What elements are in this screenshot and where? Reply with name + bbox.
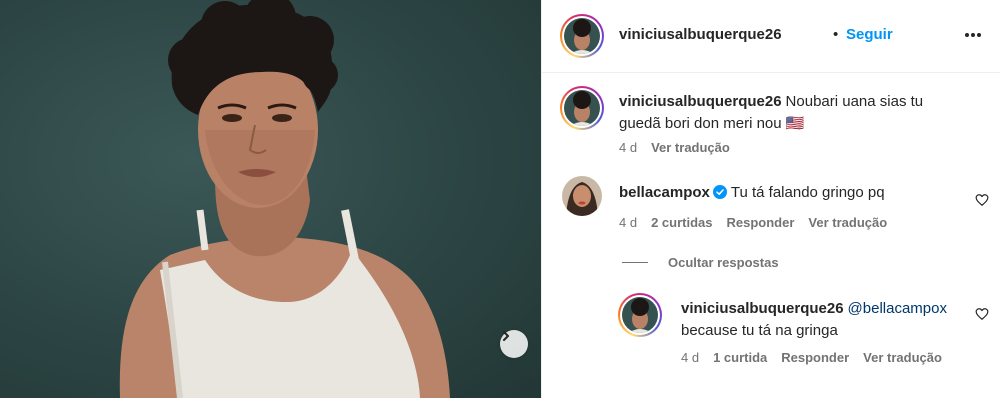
caption-text: viniciusalbuquerque26 Noubari uana sias t… xyxy=(619,91,939,135)
comment-time[interactable]: 4 d xyxy=(619,215,637,230)
author-username[interactable]: viniciusalbuquerque26 xyxy=(619,26,782,43)
carousel-next-button[interactable] xyxy=(500,330,528,358)
reply-likes-link[interactable]: 1 curtida xyxy=(713,350,767,365)
portrait-illustration xyxy=(119,0,450,398)
reply-reply-button[interactable]: Responder xyxy=(781,350,849,365)
avatar-image xyxy=(562,176,602,216)
divider-line xyxy=(622,262,648,263)
avatar-image xyxy=(564,18,600,54)
comment-username[interactable]: bellacampox xyxy=(619,184,710,201)
reply-translate-link[interactable]: Ver tradução xyxy=(863,350,942,365)
comment-text: bellacampox Tu tá falando gringo pq xyxy=(619,182,959,204)
reply-username[interactable]: viniciusalbuquerque26 xyxy=(681,300,844,317)
verified-badge-icon xyxy=(712,185,727,199)
reply-mention-link[interactable]: @bellacampox xyxy=(848,300,947,317)
reply-time[interactable]: 4 d xyxy=(681,350,699,365)
follow-button[interactable]: Seguir xyxy=(846,26,893,43)
reply-text: viniciusalbuquerque26 @bellacampox becaus… xyxy=(681,298,971,342)
hide-replies-toggle[interactable]: Ocultar respostas xyxy=(622,255,779,270)
comment-body: Tu tá falando gringo pq xyxy=(730,184,885,201)
reply-meta: 4 d 1 curtida Responder Ver tradução xyxy=(681,350,956,365)
comment-translate-link[interactable]: Ver tradução xyxy=(808,215,887,230)
avatar-image xyxy=(622,297,658,333)
comment-reply-button[interactable]: Responder xyxy=(727,215,795,230)
avatar-image xyxy=(564,90,600,126)
caption-username[interactable]: viniciusalbuquerque26 xyxy=(619,93,782,110)
post-header: viniciusalbuquerque26 • Seguir xyxy=(542,0,1000,73)
heart-icon[interactable] xyxy=(975,193,989,207)
reply-body: because tu tá na gringa xyxy=(681,322,838,339)
caption-meta: 4 d Ver tradução xyxy=(619,140,744,155)
commenter-avatar[interactable] xyxy=(562,176,602,216)
separator-dot: • xyxy=(833,26,839,43)
heart-icon[interactable] xyxy=(975,307,989,321)
post-details-panel: viniciusalbuquerque26 • Seguir viniciusa… xyxy=(541,0,1000,398)
reply-avatar[interactable] xyxy=(618,293,662,337)
author-avatar[interactable] xyxy=(560,14,604,58)
comment-likes-link[interactable]: 2 curtidas xyxy=(651,215,712,230)
comment-meta: 4 d 2 curtidas Responder Ver tradução xyxy=(619,215,901,230)
caption-avatar[interactable] xyxy=(560,86,604,130)
caption-translate-link[interactable]: Ver tradução xyxy=(651,140,730,155)
caption-time[interactable]: 4 d xyxy=(619,140,637,155)
more-horizontal-icon[interactable] xyxy=(963,25,983,45)
chevron-right-icon xyxy=(503,331,509,341)
hide-replies-label: Ocultar respostas xyxy=(668,255,779,270)
post-photo[interactable] xyxy=(0,0,541,398)
